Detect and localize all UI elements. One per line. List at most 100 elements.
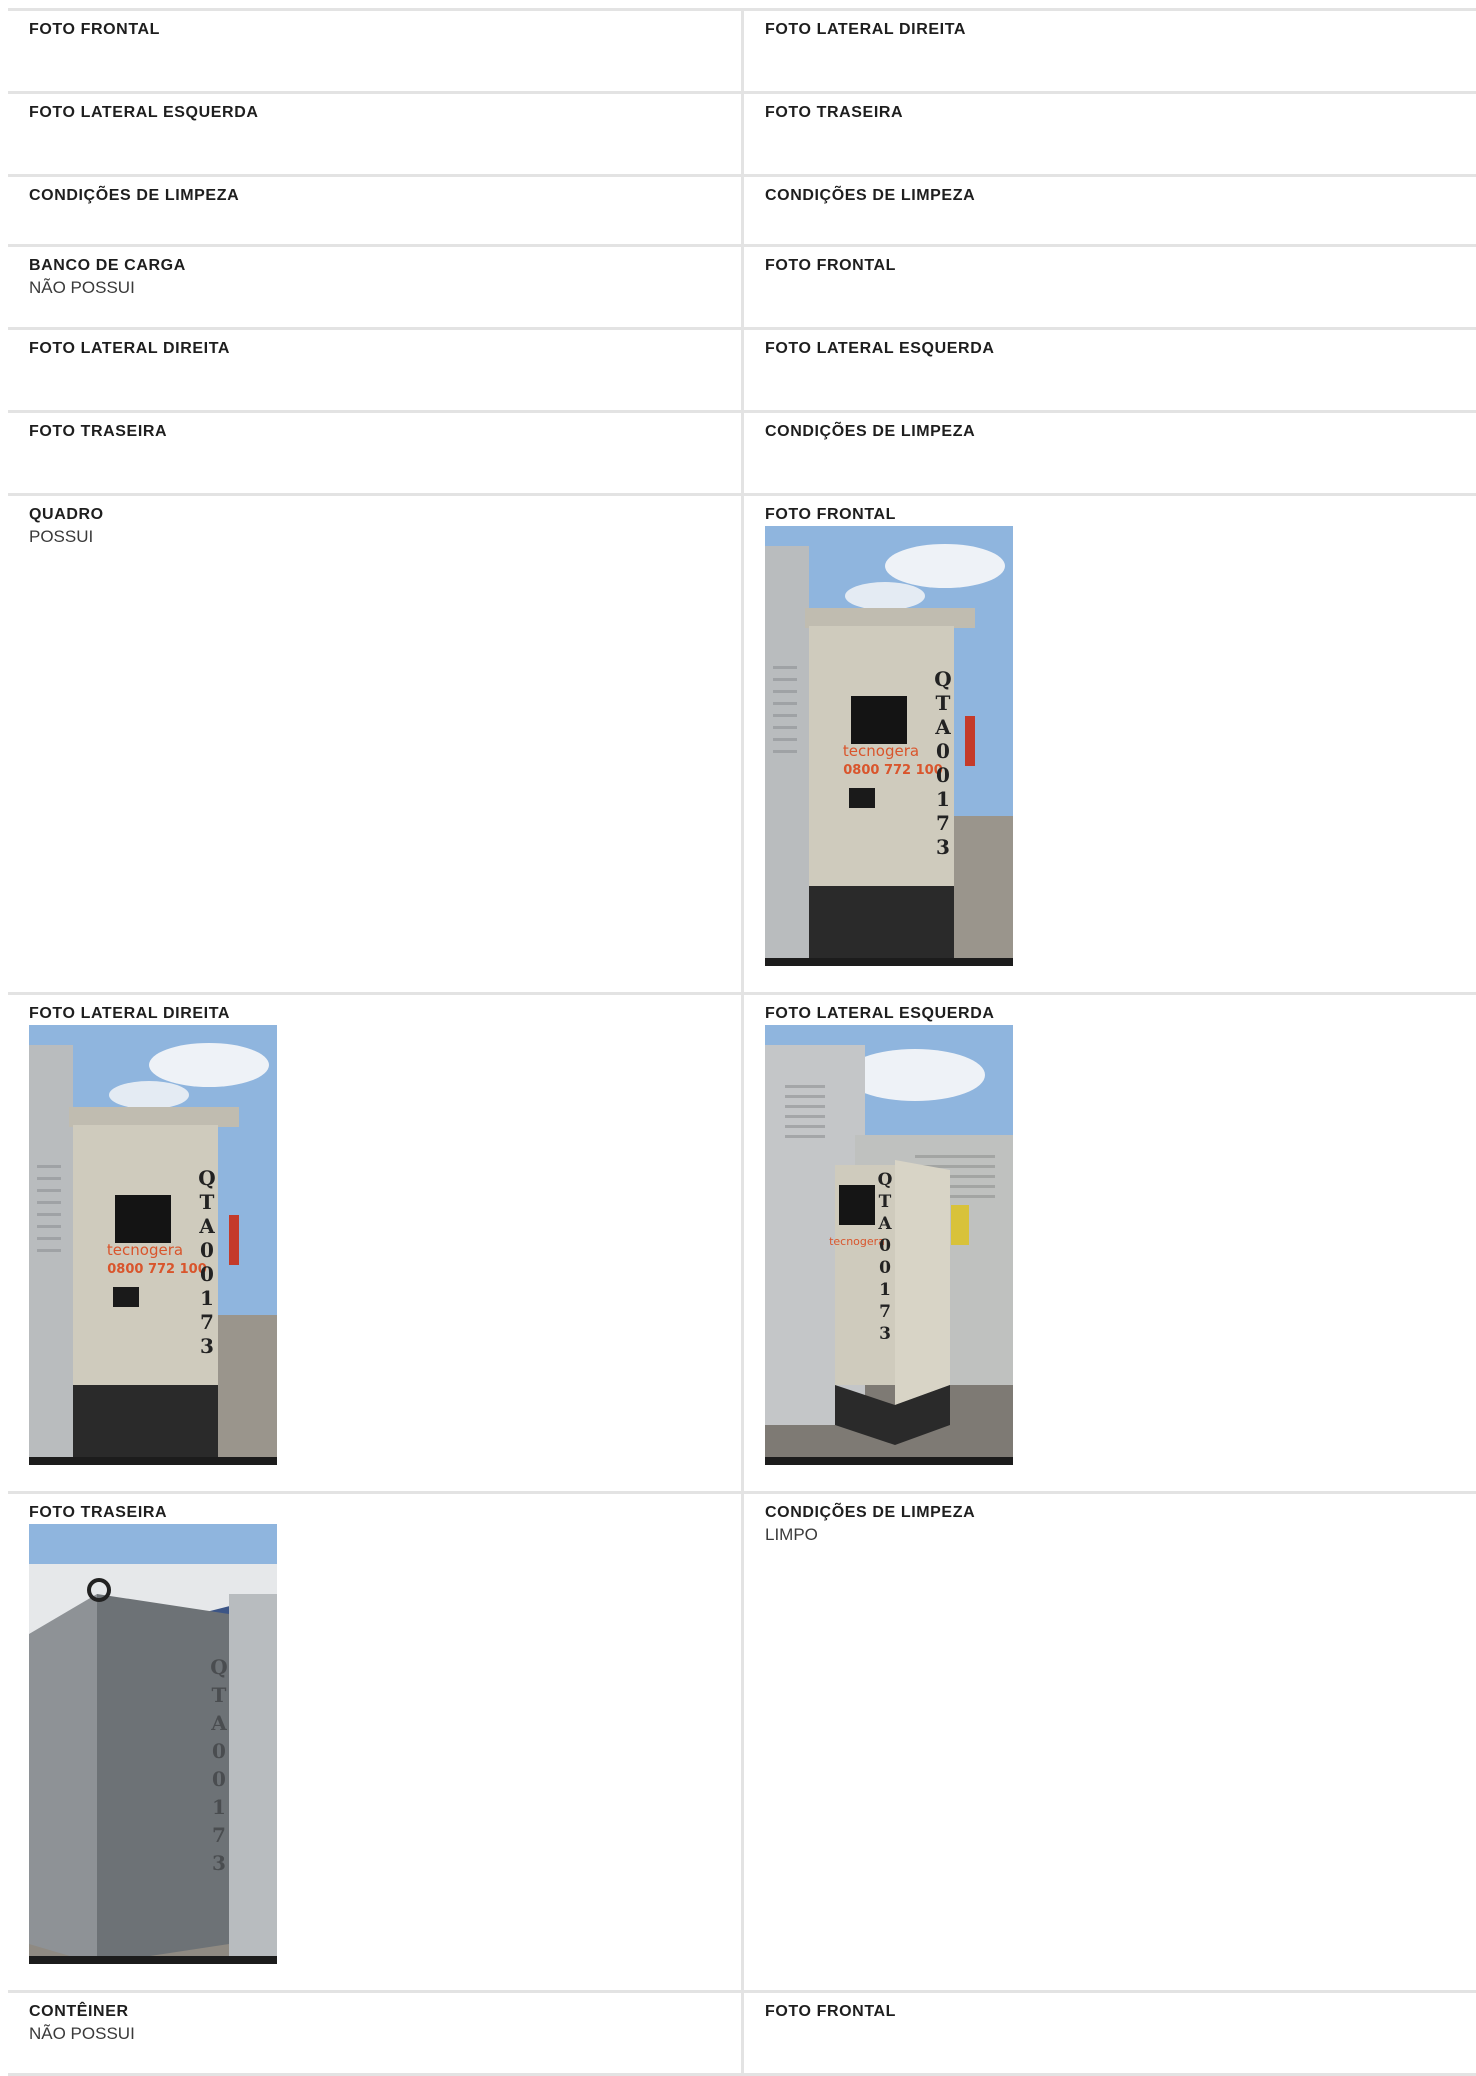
- cabinet-code-glyph: 0: [212, 1739, 226, 1763]
- field-label: FOTO FRONTAL: [765, 506, 897, 523]
- field-label: FOTO TRASEIRA: [765, 104, 904, 121]
- cabinet-code-glyph: Q: [198, 1166, 215, 1190]
- cabinet-rear-photo[interactable]: QTA 0 0 1 7 3: [29, 1524, 277, 1964]
- field-label: FOTO LATERAL ESQUERDA: [765, 1005, 995, 1022]
- field-cell: FOTO FRONTAL tecnogera 0800 772 100 Q T A 0 0 1…: [744, 496, 1476, 992]
- sheet-row: QUADRO POSSUI FOTO FRONTAL tecnogera 0800…: [8, 496, 1476, 995]
- cabinet-code-glyph: T: [879, 1192, 892, 1212]
- field-label: FOTO LATERAL DIREITA: [29, 340, 231, 357]
- field-cell: CONDIÇÕES DE LIMPEZA: [744, 177, 1476, 244]
- field-cell: FOTO LATERAL DIREITA: [8, 330, 744, 410]
- cabinet-photo-graphic: QTA 0 0 1 7 3: [29, 1524, 277, 1964]
- cabinet-code-glyph: Q: [878, 1170, 893, 1190]
- field-label: CONDIÇÕES DE LIMPEZA: [29, 187, 240, 204]
- field-label: CONDIÇÕES DE LIMPEZA: [765, 187, 976, 204]
- sheet-row: CONTÊINER NÃO POSSUI FOTO FRONTAL: [8, 1993, 1476, 2076]
- cabinet-code-glyph: T: [212, 1683, 227, 1707]
- cabinet-code-glyph: T: [200, 1190, 215, 1214]
- field-cell: CONDIÇÕES DE LIMPEZA LIMPO: [744, 1494, 1476, 1990]
- cabinet-code-glyph: 3: [879, 1324, 891, 1344]
- cabinet-code-glyph: Q: [934, 667, 951, 691]
- field-cell: FOTO LATERAL ESQUERDA: [744, 330, 1476, 410]
- cabinet-code-glyph: Q: [210, 1655, 227, 1679]
- inspection-sheet: FOTO FRONTAL FOTO LATERAL DIREITA FOTO L…: [8, 8, 1476, 2076]
- field-label: FOTO TRASEIRA: [29, 1504, 168, 1521]
- cabinet-code-glyph: 0: [200, 1262, 214, 1286]
- cabinet-right-side-photo[interactable]: tecnogera 0800 772 100 Q T A 0 0 1 7 3: [29, 1025, 277, 1465]
- cabinet-code-glyph: 1: [212, 1795, 226, 1819]
- field-cell: FOTO LATERAL ESQUERDA tecnogera Q T A 0 0 1 7 3: [744, 995, 1476, 1491]
- cabinet-code-glyph: 7: [879, 1302, 891, 1322]
- field-cell: FOTO TRASEIRA: [8, 413, 744, 493]
- field-value: POSSUI: [29, 527, 94, 546]
- sheet-row: FOTO LATERAL DIREITA FOTO LATERAL ESQUER…: [8, 330, 1476, 413]
- field-label: FOTO FRONTAL: [765, 2003, 897, 2020]
- cabinet-code-glyph: 3: [936, 835, 950, 859]
- field-label: FOTO LATERAL DIREITA: [765, 21, 967, 38]
- cabinet-code-glyph: 1: [936, 787, 950, 811]
- field-label: QUADRO: [29, 506, 104, 523]
- field-cell: FOTO LATERAL DIREITA tecnogera 0800 772 1…: [8, 995, 744, 1491]
- field-cell: FOTO FRONTAL: [744, 1993, 1476, 2073]
- cabinet-code-glyph: 7: [200, 1310, 214, 1334]
- sheet-row: FOTO FRONTAL FOTO LATERAL DIREITA: [8, 11, 1476, 94]
- cabinet-code-glyph: 0: [936, 763, 950, 787]
- field-label: FOTO LATERAL ESQUERDA: [29, 104, 259, 121]
- field-label: CONTÊINER: [29, 2003, 129, 2020]
- field-label: FOTO FRONTAL: [765, 257, 897, 274]
- field-label: FOTO FRONTAL: [29, 21, 161, 38]
- field-cell: CONTÊINER NÃO POSSUI: [8, 1993, 744, 2073]
- field-label: FOTO LATERAL ESQUERDA: [765, 340, 995, 357]
- cabinet-code-glyph: A: [877, 1214, 892, 1234]
- cabinet-code-glyph: 0: [879, 1258, 891, 1278]
- phone-text: 0800 772 100: [107, 1262, 207, 1277]
- field-cell: FOTO TRASEIRA: [744, 94, 1476, 174]
- phone-text: 0800 772 100: [843, 763, 943, 778]
- cabinet-code-glyph: 0: [879, 1236, 891, 1256]
- cabinet-left-side-photo[interactable]: tecnogera Q T A 0 0 1 7 3: [765, 1025, 1013, 1465]
- field-cell: FOTO LATERAL DIREITA: [744, 11, 1476, 91]
- cabinet-code-glyph: 0: [936, 739, 950, 763]
- field-label: FOTO LATERAL DIREITA: [29, 1005, 231, 1022]
- field-cell: QUADRO POSSUI: [8, 496, 744, 992]
- field-cell: FOTO TRASEIRA QTA 0 0 1 7 3: [8, 1494, 744, 1990]
- cabinet-photo-graphic: tecnogera0800 772 100QTA00173: [765, 526, 1013, 966]
- cabinet-code-glyph: T: [936, 691, 951, 715]
- brand-text: tecnogera: [829, 1235, 885, 1248]
- field-label: BANCO DE CARGA: [29, 257, 186, 274]
- cabinet-code-glyph: 7: [936, 811, 950, 835]
- field-cell: CONDIÇÕES DE LIMPEZA: [744, 413, 1476, 493]
- field-label: FOTO TRASEIRA: [29, 423, 168, 440]
- cabinet-code-glyph: 7: [212, 1823, 226, 1847]
- cabinet-code-glyph: 1: [200, 1286, 214, 1310]
- sheet-row: BANCO DE CARGA NÃO POSSUI FOTO FRONTAL: [8, 247, 1476, 330]
- sheet-row: FOTO TRASEIRA QTA 0 0 1 7 3 CONDIÇÕES DE LIMP…: [8, 1494, 1476, 1993]
- cabinet-code-glyph: 3: [212, 1851, 226, 1875]
- field-cell: CONDIÇÕES DE LIMPEZA: [8, 177, 744, 244]
- cabinet-code-glyph: A: [934, 715, 951, 739]
- field-cell: BANCO DE CARGA NÃO POSSUI: [8, 247, 744, 327]
- cabinet-photo-graphic: tecnogera0800 772 100QTA00173: [29, 1025, 277, 1465]
- cabinet-code-glyph: A: [198, 1214, 215, 1238]
- field-cell: FOTO LATERAL ESQUERDA: [8, 94, 744, 174]
- brand-text: tecnogera: [107, 1241, 183, 1259]
- field-value: LIMPO: [765, 1525, 818, 1544]
- field-value: NÃO POSSUI: [29, 2024, 135, 2043]
- field-label: CONDIÇÕES DE LIMPEZA: [765, 423, 976, 440]
- cabinet-front-photo[interactable]: tecnogera 0800 772 100 Q T A 0 0 1 7 3: [765, 526, 1013, 966]
- sheet-row: FOTO TRASEIRA CONDIÇÕES DE LIMPEZA: [8, 413, 1476, 496]
- field-cell: FOTO FRONTAL: [744, 247, 1476, 327]
- cabinet-code-glyph: 0: [200, 1238, 214, 1262]
- cabinet-code-glyph: 3: [200, 1334, 214, 1358]
- sheet-row: CONDIÇÕES DE LIMPEZA CONDIÇÕES DE LIMPEZ…: [8, 177, 1476, 247]
- brand-text: tecnogera: [843, 742, 919, 760]
- field-cell: FOTO FRONTAL: [8, 11, 744, 91]
- cabinet-code-glyph: 0: [212, 1767, 226, 1791]
- cabinet-code-glyph: 1: [879, 1280, 891, 1300]
- sheet-row: FOTO LATERAL ESQUERDA FOTO TRASEIRA: [8, 94, 1476, 177]
- field-label: CONDIÇÕES DE LIMPEZA: [765, 1504, 976, 1521]
- field-value: NÃO POSSUI: [29, 278, 135, 297]
- cabinet-photo-graphic: tecnogeraQTA00173: [765, 1025, 1013, 1465]
- cabinet-code-glyph: A: [210, 1711, 227, 1735]
- sheet-row: FOTO LATERAL DIREITA tecnogera 0800 772 1…: [8, 995, 1476, 1494]
